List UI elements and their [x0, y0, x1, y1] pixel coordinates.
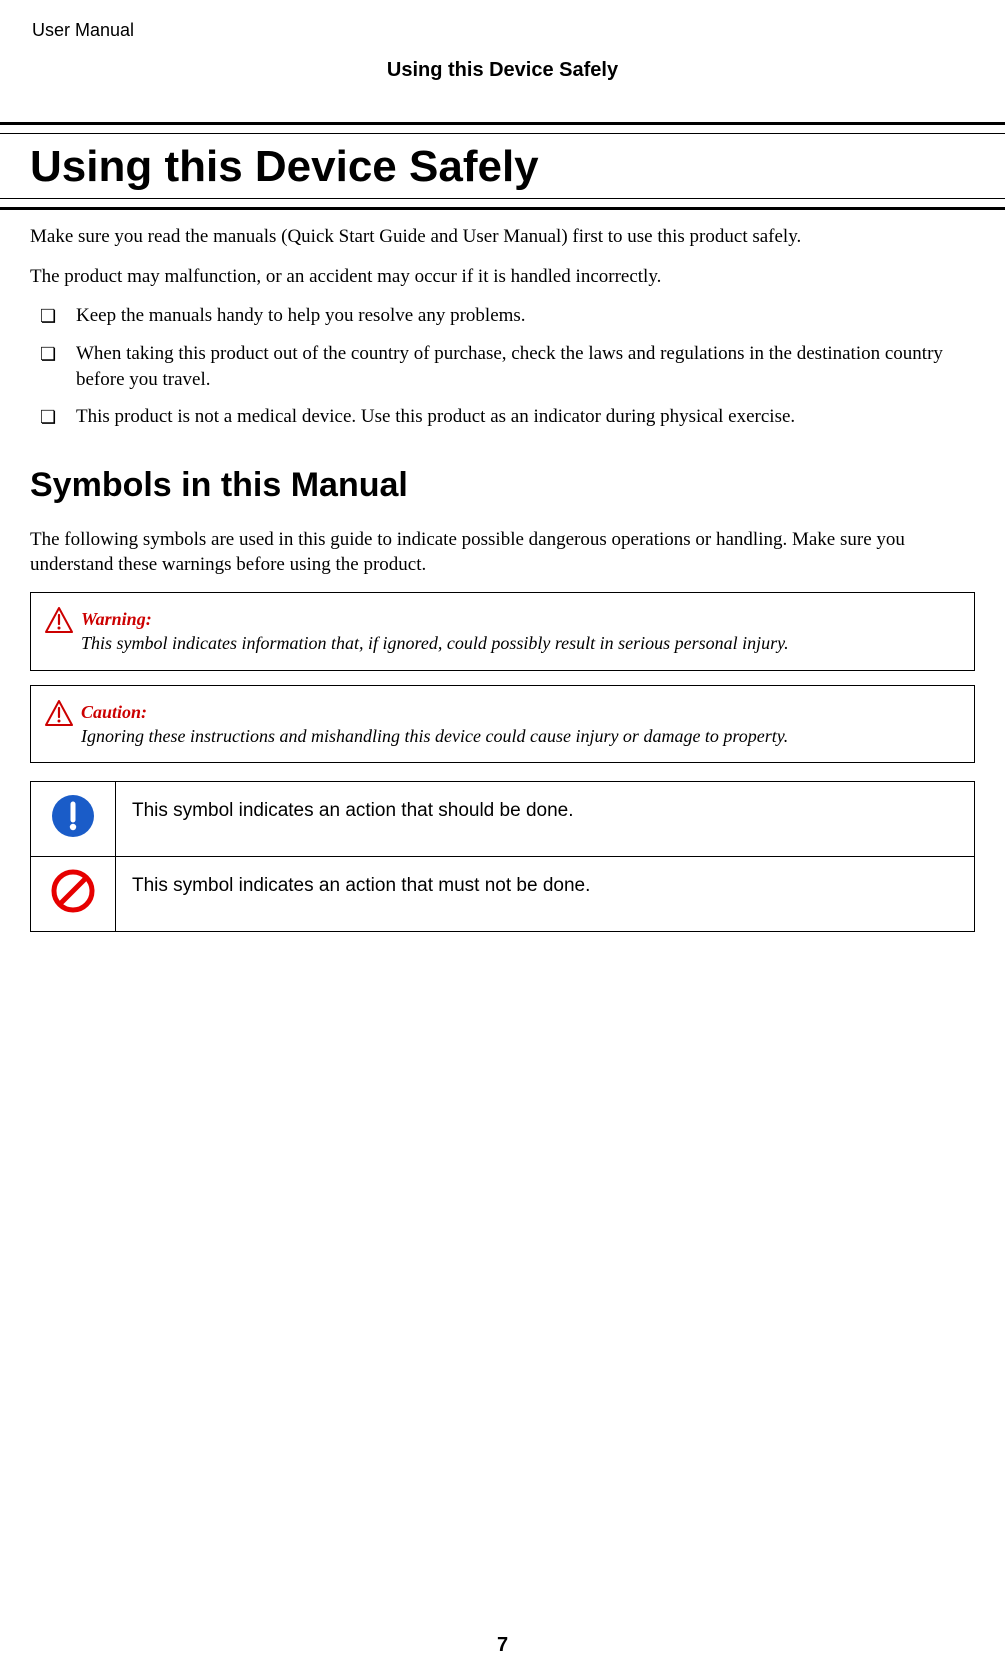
warning-triangle-icon [45, 607, 73, 633]
table-cell-text: This symbol indicates an action that sho… [116, 782, 975, 857]
warning-label: Warning: [81, 607, 789, 631]
caution-text: Ignoring these instructions and mishandl… [81, 726, 788, 746]
mandatory-action-icon [51, 794, 95, 838]
intro-paragraph-2: The product may malfunction, or an accid… [30, 264, 975, 290]
intro-bullet-list: Keep the manuals handy to help you resol… [40, 303, 975, 430]
list-item: Keep the manuals handy to help you resol… [40, 303, 975, 329]
title-rule-bottom [0, 198, 1005, 210]
caution-triangle-icon [45, 700, 73, 726]
caution-callout: Caution: Ignoring these instructions and… [30, 685, 975, 764]
title-rule-top [0, 122, 1005, 134]
caution-label: Caution: [81, 700, 788, 724]
page-number: 7 [0, 1634, 1005, 1657]
table-row: This symbol indicates an action that sho… [31, 782, 975, 857]
running-head: Using this Device Safely [30, 59, 975, 82]
warning-callout: Warning: This symbol indicates informati… [30, 592, 975, 671]
table-row: This symbol indicates an action that mus… [31, 857, 975, 932]
section-heading-symbols: Symbols in this Manual [30, 466, 975, 505]
table-cell-text: This symbol indicates an action that mus… [116, 857, 975, 932]
list-item: This product is not a medical device. Us… [40, 404, 975, 430]
document-label: User Manual [32, 20, 975, 41]
prohibition-icon [51, 869, 95, 913]
symbol-table: This symbol indicates an action that sho… [30, 781, 975, 932]
page-title: Using this Device Safely [0, 142, 1005, 192]
section-intro: The following symbols are used in this g… [30, 527, 975, 578]
warning-text: This symbol indicates information that, … [81, 633, 789, 653]
intro-paragraph-1: Make sure you read the manuals (Quick St… [30, 224, 975, 250]
prohibition-icon-cell [31, 857, 116, 932]
list-item: When taking this product out of the coun… [40, 341, 975, 392]
mandatory-action-icon-cell [31, 782, 116, 857]
